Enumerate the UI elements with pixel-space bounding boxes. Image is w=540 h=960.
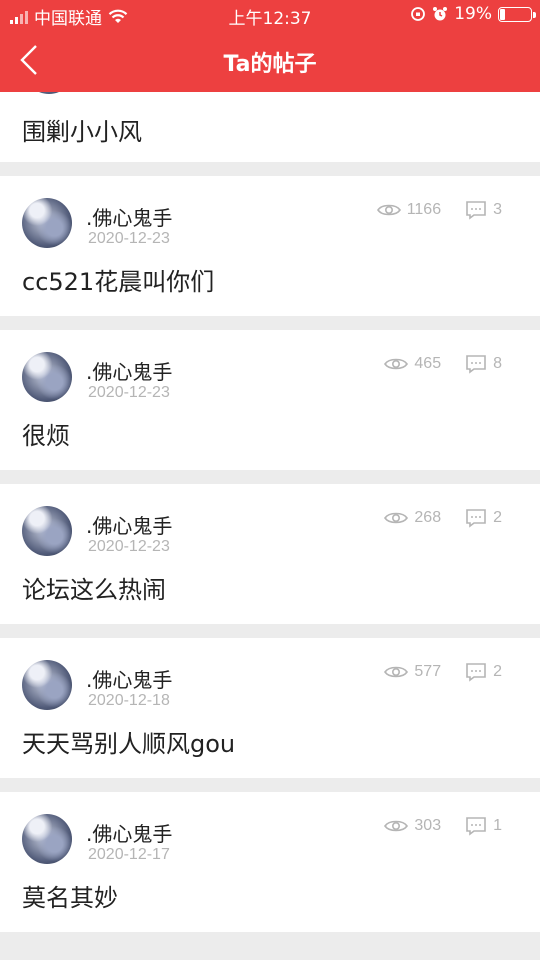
view-count: 465 xyxy=(414,355,442,372)
author-name[interactable]: .佛心鬼手 xyxy=(86,510,172,539)
avatar[interactable] xyxy=(24,92,74,94)
comment-count: 2 xyxy=(493,663,502,680)
post-date: 2020-12-18 xyxy=(88,692,170,709)
comment-count: 2 xyxy=(493,509,502,526)
post-stats: 268 2 xyxy=(384,508,502,528)
eye-icon xyxy=(384,356,409,372)
comment-icon xyxy=(465,816,487,836)
post-stats: 303 1 xyxy=(384,816,502,836)
post-feed: 围剿小小风 .佛心鬼手 2020-12-23 1166 3 cc521花晨叫你们… xyxy=(0,92,540,932)
avatar[interactable] xyxy=(22,814,72,864)
eye-icon xyxy=(384,664,409,680)
author-name[interactable]: .佛心鬼手 xyxy=(86,818,172,847)
comment-icon xyxy=(465,200,487,220)
eye-icon xyxy=(384,818,409,834)
post-content: cc521花晨叫你们 xyxy=(22,268,215,296)
post-card[interactable]: .佛心鬼手 2020-12-23 1166 3 cc521花晨叫你们 xyxy=(0,176,540,316)
post-date: 2020-12-23 xyxy=(88,230,170,247)
page-title: Ta的帖子 xyxy=(223,52,317,77)
post-card[interactable]: .佛心鬼手 2020-12-23 465 8 很烦 xyxy=(0,330,540,470)
status-right: 19% xyxy=(410,4,536,24)
comment-count: 1 xyxy=(493,817,502,834)
post-content: 论坛这么热闹 xyxy=(22,576,166,604)
alarm-icon xyxy=(433,7,448,21)
post-stats: 465 8 xyxy=(384,354,502,374)
avatar[interactable] xyxy=(22,198,72,248)
post-date: 2020-12-23 xyxy=(88,538,170,555)
nav-bar: Ta的帖子 xyxy=(0,30,540,92)
avatar[interactable] xyxy=(22,660,72,710)
battery-icon xyxy=(498,6,536,22)
post-stats: 1166 3 xyxy=(376,200,502,220)
comment-icon xyxy=(465,508,487,528)
eye-icon xyxy=(384,510,409,526)
author-name[interactable]: .佛心鬼手 xyxy=(86,202,172,231)
post-content: 天天骂别人顺风gou xyxy=(22,730,236,758)
rotation-lock-icon xyxy=(411,7,426,21)
battery-percent: 19% xyxy=(454,4,492,24)
comment-count: 3 xyxy=(493,201,502,218)
view-count: 1166 xyxy=(406,201,442,218)
view-count: 303 xyxy=(414,817,442,834)
comment-icon xyxy=(465,354,487,374)
view-count: 577 xyxy=(414,663,442,680)
post-card[interactable]: 围剿小小风 xyxy=(0,92,540,162)
author-name[interactable]: .佛心鬼手 xyxy=(86,664,172,693)
comment-icon xyxy=(465,662,487,682)
post-card[interactable]: .佛心鬼手 2020-12-18 577 2 天天骂别人顺风gou xyxy=(0,638,540,778)
avatar[interactable] xyxy=(22,506,72,556)
post-date: 2020-12-17 xyxy=(88,846,170,863)
post-stats: 577 2 xyxy=(384,662,502,682)
eye-icon xyxy=(376,202,401,218)
view-count: 268 xyxy=(414,509,442,526)
post-card[interactable]: .佛心鬼手 2020-12-23 268 2 论坛这么热闹 xyxy=(0,484,540,624)
author-name[interactable]: .佛心鬼手 xyxy=(86,356,172,385)
top-bar: 中国联通 上午12:37 19% Ta的帖子 xyxy=(0,0,540,92)
status-bar: 中国联通 上午12:37 19% xyxy=(0,0,540,30)
post-content: 莫名其妙 xyxy=(22,884,118,912)
post-card[interactable]: .佛心鬼手 2020-12-17 303 1 莫名其妙 xyxy=(0,792,540,932)
comment-count: 8 xyxy=(493,355,502,372)
post-date: 2020-12-23 xyxy=(88,384,170,401)
avatar[interactable] xyxy=(22,352,72,402)
post-content: 很烦 xyxy=(22,422,70,450)
post-content: 围剿小小风 xyxy=(22,118,142,146)
